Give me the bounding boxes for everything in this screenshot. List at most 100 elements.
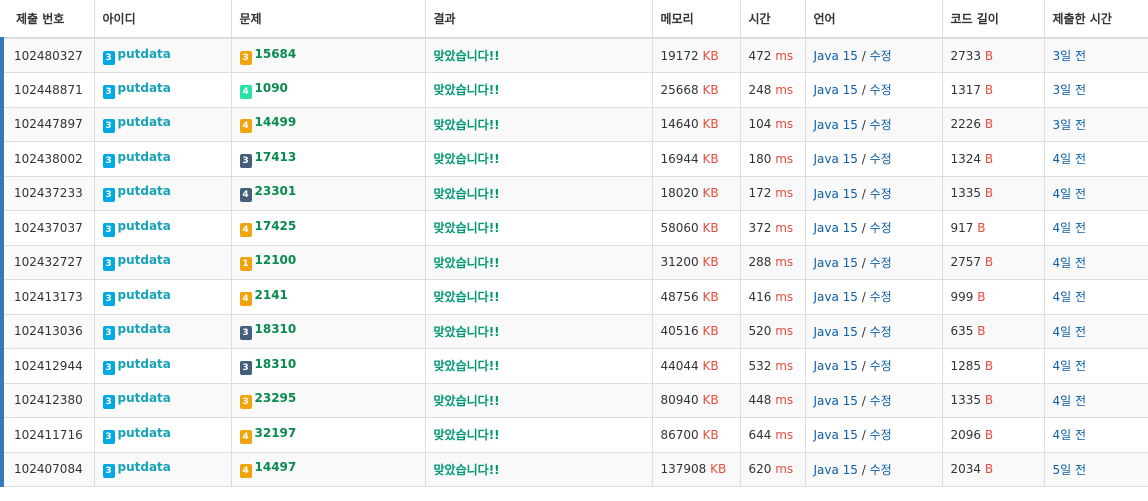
- edit-link[interactable]: 수정: [870, 428, 892, 442]
- problem-link[interactable]: 14499: [255, 115, 297, 129]
- user-link[interactable]: putdata: [118, 460, 171, 474]
- submitted-time-link[interactable]: 4일 전: [1053, 359, 1087, 373]
- problem-link[interactable]: 18310: [255, 322, 297, 336]
- submitted-time-link[interactable]: 4일 전: [1053, 290, 1087, 304]
- user-tier-badge-icon: 3: [102, 84, 115, 99]
- memory-unit: KB: [702, 427, 719, 442]
- memory-value: 44044: [660, 358, 699, 373]
- problem-link[interactable]: 17413: [255, 150, 297, 164]
- submitted-time-link[interactable]: 4일 전: [1053, 187, 1087, 201]
- user-link[interactable]: putdata: [118, 150, 171, 164]
- time-unit: ms: [775, 82, 794, 97]
- user-link[interactable]: putdata: [118, 115, 171, 129]
- language-link[interactable]: Java 15: [814, 118, 858, 132]
- problem-link[interactable]: 17425: [255, 219, 297, 233]
- language-link[interactable]: Java 15: [814, 83, 858, 97]
- submitted-time-link[interactable]: 4일 전: [1053, 394, 1087, 408]
- time-cell: 104 ms: [740, 107, 806, 142]
- edit-link[interactable]: 수정: [870, 152, 892, 166]
- submitted-time-link[interactable]: 4일 전: [1053, 152, 1087, 166]
- edit-link[interactable]: 수정: [870, 359, 892, 373]
- time-cell: 532 ms: [740, 348, 806, 384]
- language-link[interactable]: Java 15: [814, 256, 858, 270]
- submitted-time-link[interactable]: 3일 전: [1053, 118, 1087, 132]
- submitted-time-link[interactable]: 4일 전: [1053, 221, 1087, 235]
- language-separator: /: [861, 462, 866, 477]
- edit-link[interactable]: 수정: [870, 118, 892, 132]
- edit-link[interactable]: 수정: [870, 221, 892, 235]
- header-problem: 문제: [231, 0, 426, 39]
- user-link[interactable]: putdata: [118, 184, 171, 198]
- submitted-time-link[interactable]: 4일 전: [1053, 428, 1087, 442]
- submitted-time-cell: 3일 전: [1044, 107, 1148, 142]
- language-separator: /: [861, 255, 866, 270]
- submitted-time-link[interactable]: 5일 전: [1053, 463, 1087, 477]
- submitted-time-link[interactable]: 3일 전: [1053, 83, 1087, 97]
- edit-link[interactable]: 수정: [870, 394, 892, 408]
- result-cell: 맞았습니다!!: [425, 107, 653, 142]
- language-link[interactable]: Java 15: [814, 290, 858, 304]
- problem-link[interactable]: 32197: [255, 426, 297, 440]
- language-separator: /: [861, 49, 866, 63]
- problem-link[interactable]: 15684: [255, 47, 297, 61]
- user-cell: 3 putdata: [94, 314, 232, 349]
- edit-link[interactable]: 수정: [870, 256, 892, 270]
- problem-link[interactable]: 14497: [255, 460, 297, 474]
- language-link[interactable]: Java 15: [814, 325, 858, 339]
- problem-link[interactable]: 1090: [255, 81, 288, 95]
- code-length-value: 1335: [950, 186, 982, 201]
- submitted-time-link[interactable]: 3일 전: [1053, 49, 1087, 63]
- user-cell: 3 putdata: [94, 107, 232, 142]
- user-cell: 3 putdata: [94, 72, 232, 108]
- edit-link[interactable]: 수정: [870, 463, 892, 477]
- problem-link[interactable]: 18310: [255, 357, 297, 371]
- language-link[interactable]: Java 15: [814, 152, 858, 166]
- edit-link[interactable]: 수정: [870, 83, 892, 97]
- user-link[interactable]: putdata: [118, 253, 171, 267]
- submitted-time-link[interactable]: 4일 전: [1053, 325, 1087, 339]
- language-link[interactable]: Java 15: [814, 394, 858, 408]
- memory-unit: KB: [702, 186, 719, 201]
- problem-link[interactable]: 23301: [255, 184, 297, 198]
- user-link[interactable]: putdata: [118, 81, 171, 95]
- memory-cell: 40516 KB: [652, 314, 741, 349]
- problem-link[interactable]: 23295: [255, 391, 297, 405]
- problem-link[interactable]: 2141: [255, 288, 288, 302]
- edit-link[interactable]: 수정: [870, 290, 892, 304]
- result-cell: 맞았습니다!!: [425, 245, 653, 280]
- problem-tier-badge-icon: 4: [239, 291, 252, 306]
- result-text: 맞았습니다!!: [433, 117, 500, 132]
- language-link[interactable]: Java 15: [814, 359, 858, 373]
- user-link[interactable]: putdata: [118, 322, 171, 336]
- user-link[interactable]: putdata: [118, 47, 171, 61]
- memory-value: 58060: [660, 220, 699, 235]
- language-link[interactable]: Java 15: [814, 221, 858, 235]
- user-link[interactable]: putdata: [118, 426, 171, 440]
- submitted-time-cell: 4일 전: [1044, 348, 1148, 384]
- language-link[interactable]: Java 15: [814, 187, 858, 201]
- user-link[interactable]: putdata: [118, 288, 171, 302]
- edit-link[interactable]: 수정: [870, 187, 892, 201]
- language-link[interactable]: Java 15: [814, 49, 858, 63]
- submitted-time-link[interactable]: 4일 전: [1053, 256, 1087, 270]
- user-link[interactable]: putdata: [118, 357, 171, 371]
- edit-link[interactable]: 수정: [870, 49, 892, 63]
- submitted-time-cell: 4일 전: [1044, 279, 1148, 315]
- problem-cell: 4 2141: [231, 279, 426, 315]
- user-link[interactable]: putdata: [118, 219, 171, 233]
- table-row: 102412380 3 putdata 3 23295 맞았습니다!! 80940 …: [0, 383, 1148, 418]
- problem-cell: 3 18310: [231, 348, 426, 384]
- language-link[interactable]: Java 15: [814, 428, 858, 442]
- time-unit: ms: [775, 48, 794, 63]
- code-length-unit: B: [984, 358, 994, 373]
- time-cell: 644 ms: [740, 417, 806, 453]
- language-link[interactable]: Java 15: [814, 463, 858, 477]
- edit-link[interactable]: 수정: [870, 325, 892, 339]
- user-link[interactable]: putdata: [118, 391, 171, 405]
- memory-cell: 31200 KB: [652, 245, 741, 280]
- submitted-time-cell: 4일 전: [1044, 210, 1148, 246]
- time-cell: 416 ms: [740, 279, 806, 315]
- problem-link[interactable]: 12100: [255, 253, 297, 267]
- header-language: 언어: [805, 0, 943, 39]
- memory-value: 18020: [660, 186, 699, 201]
